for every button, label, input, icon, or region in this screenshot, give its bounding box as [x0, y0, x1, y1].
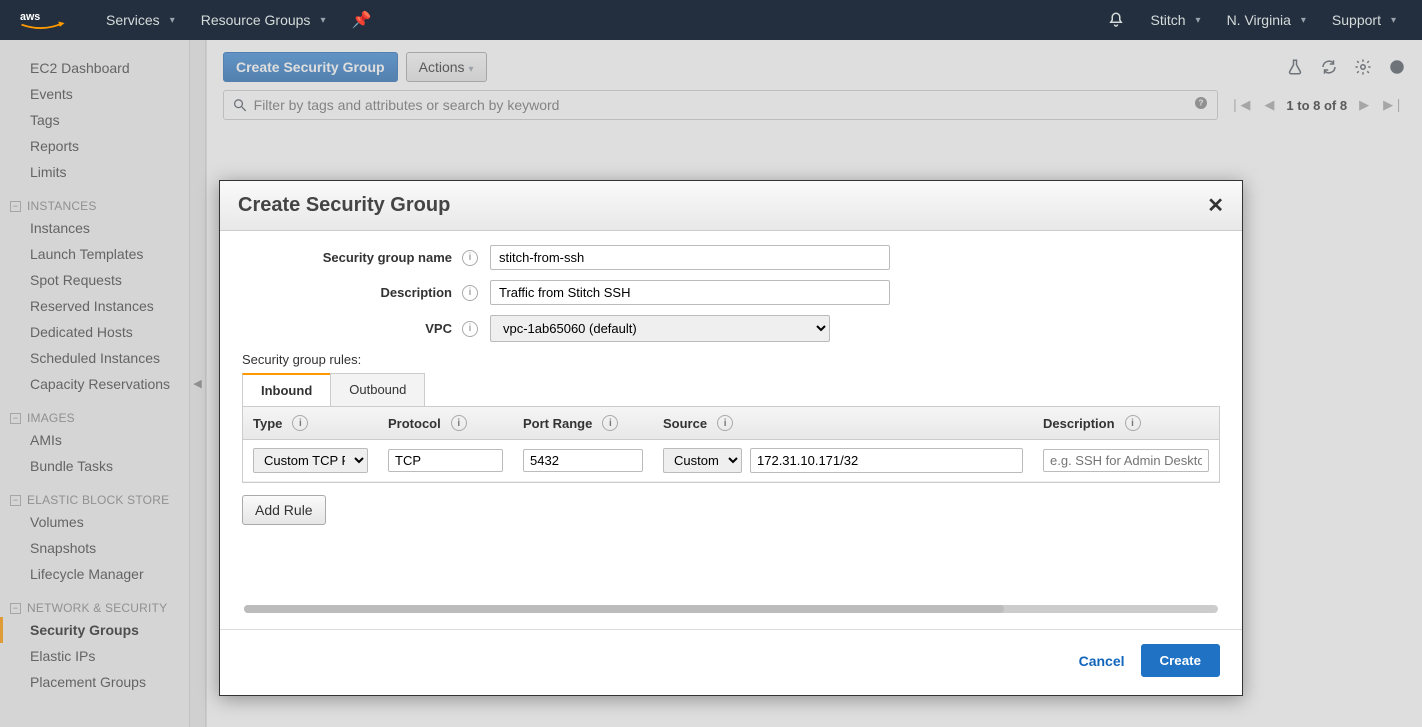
vpc-label: VPC: [242, 321, 452, 336]
modal-horizontal-scrollbar[interactable]: [244, 605, 1218, 613]
sg-name-input[interactable]: [490, 245, 890, 270]
rule-source-mode-select[interactable]: Custom: [663, 448, 742, 473]
description-input[interactable]: [490, 280, 890, 305]
info-icon[interactable]: i: [462, 250, 478, 266]
info-icon[interactable]: i: [451, 415, 467, 431]
col-port-label: Port Range: [523, 416, 592, 431]
rules-section-label: Security group rules:: [242, 352, 1220, 367]
info-icon[interactable]: i: [462, 321, 478, 337]
info-icon[interactable]: i: [717, 415, 733, 431]
nav-account[interactable]: Stitch: [1151, 12, 1201, 28]
modal-header: Create Security Group ✕: [220, 181, 1242, 231]
nav-support[interactable]: Support: [1332, 12, 1396, 28]
rule-source-cidr-input[interactable]: [750, 448, 1023, 473]
col-protocol-label: Protocol: [388, 416, 441, 431]
rule-protocol-input: [388, 449, 503, 472]
rule-port-input[interactable]: [523, 449, 643, 472]
svg-text:aws: aws: [20, 11, 40, 23]
info-icon[interactable]: i: [462, 285, 478, 301]
sg-name-label: Security group name: [242, 250, 452, 265]
create-button[interactable]: Create: [1141, 644, 1221, 677]
info-icon[interactable]: i: [1125, 415, 1141, 431]
col-source-label: Source: [663, 416, 707, 431]
rule-description-input[interactable]: [1043, 449, 1209, 472]
cancel-button[interactable]: Cancel: [1079, 653, 1125, 669]
info-icon[interactable]: i: [292, 415, 308, 431]
top-nav: aws Services Resource Groups 📌 Stitch N.…: [0, 0, 1422, 40]
vpc-select[interactable]: vpc-1ab65060 (default): [490, 315, 830, 342]
add-rule-button[interactable]: Add Rule: [242, 495, 326, 525]
tab-outbound[interactable]: Outbound: [330, 373, 425, 406]
create-security-group-modal: Create Security Group ✕ Security group n…: [219, 180, 1243, 696]
col-type-label: Type: [253, 416, 282, 431]
rules-table: Typei Protocoli Port Rangei Sourcei Desc…: [242, 406, 1220, 483]
nav-services[interactable]: Services: [106, 12, 175, 28]
info-icon[interactable]: i: [602, 415, 618, 431]
rule-type-select[interactable]: Custom TCP Rule: [253, 448, 368, 473]
tab-inbound[interactable]: Inbound: [242, 373, 331, 406]
description-label: Description: [242, 285, 452, 300]
rule-row: Custom TCP Rule Custom: [243, 440, 1219, 482]
nav-region[interactable]: N. Virginia: [1227, 12, 1306, 28]
col-description-label: Description: [1043, 416, 1115, 431]
notifications-icon[interactable]: [1107, 11, 1125, 29]
modal-title: Create Security Group: [238, 194, 450, 217]
pin-icon[interactable]: 📌: [351, 10, 371, 30]
modal-close-icon[interactable]: ✕: [1207, 193, 1224, 218]
main-area: EC2 Dashboard Events Tags Reports Limits…: [0, 40, 1422, 727]
nav-resource-groups[interactable]: Resource Groups: [201, 12, 326, 28]
aws-logo[interactable]: aws: [20, 9, 66, 31]
